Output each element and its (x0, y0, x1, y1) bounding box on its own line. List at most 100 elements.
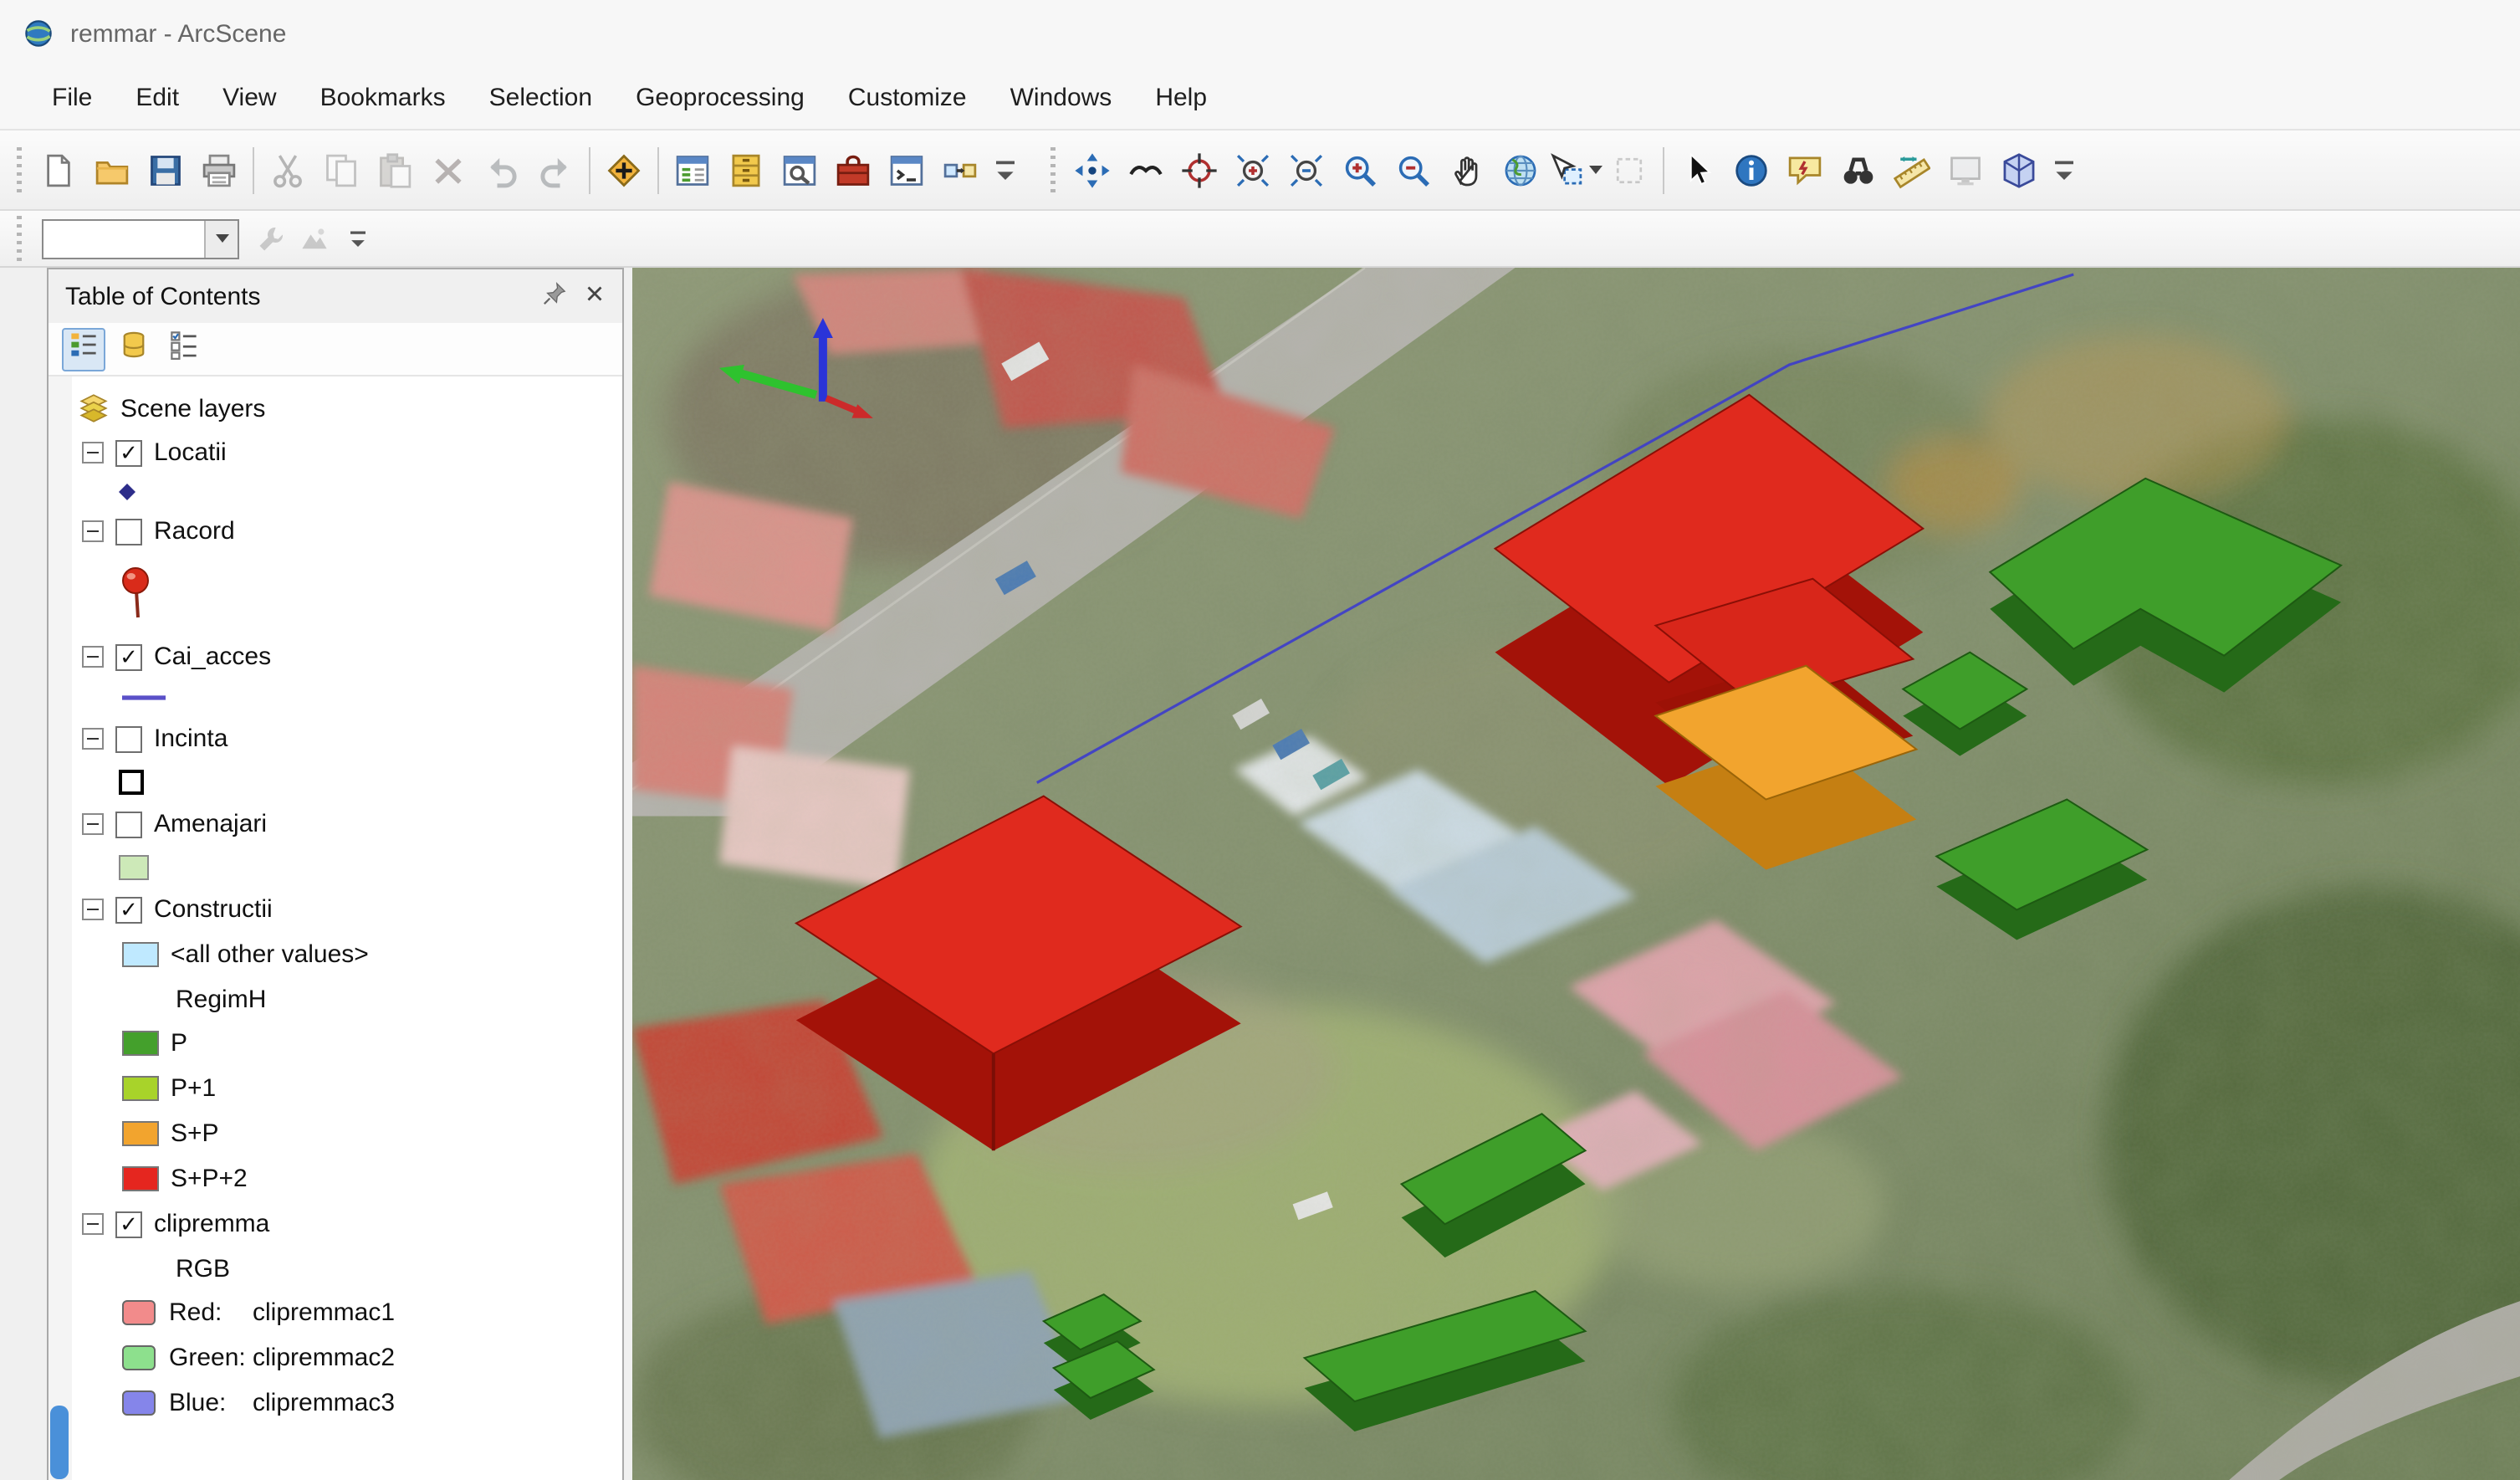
toc-layer-clipremma[interactable]: ✓clipremma (72, 1201, 622, 1247)
zoom-in-fixed-button[interactable] (1226, 143, 1280, 197)
toc-layer-locatii[interactable]: ✓Locatii (72, 430, 622, 475)
toc-close-button[interactable] (575, 278, 612, 315)
clear-selected-features-button[interactable] (1602, 143, 1656, 197)
full-extent-button[interactable] (1494, 143, 1547, 197)
toc-scrollbar-track[interactable] (49, 376, 72, 1480)
menu-file[interactable]: File (30, 74, 114, 122)
layer-visibility-checkbox[interactable] (115, 811, 142, 837)
layer-symbol-square-outline[interactable] (72, 761, 622, 801)
redo-button[interactable] (529, 143, 582, 197)
toc-scrollbar-thumb[interactable] (50, 1405, 69, 1478)
combobox-dropdown-arrow-icon[interactable] (204, 220, 238, 257)
delete-button[interactable] (422, 143, 475, 197)
table-of-contents-window-button[interactable] (666, 143, 719, 197)
html-popup-button[interactable] (1778, 143, 1832, 197)
cut-button[interactable] (261, 143, 314, 197)
collapse-expander-icon[interactable] (82, 646, 104, 668)
toc-layer-constructii[interactable]: ✓Constructii (72, 887, 622, 932)
save-button[interactable] (139, 143, 192, 197)
zoom-out-button[interactable] (1387, 143, 1440, 197)
catalog-window-button[interactable] (719, 143, 773, 197)
fly-button[interactable] (1119, 143, 1173, 197)
3d-view-button[interactable] (1992, 143, 2046, 197)
rgb-channel-swatch-icon[interactable] (122, 1300, 156, 1325)
toc-group-scene-layers[interactable]: Scene layers (72, 387, 622, 430)
find-button[interactable] (1832, 143, 1885, 197)
menu-help[interactable]: Help (1133, 74, 1229, 122)
collapse-expander-icon[interactable] (82, 1213, 104, 1235)
collapse-expander-icon[interactable] (82, 728, 104, 750)
select-features-icon (1547, 151, 1584, 188)
copy-button[interactable] (314, 143, 368, 197)
identify-button[interactable] (1725, 143, 1778, 197)
zoom-in-button[interactable] (1333, 143, 1387, 197)
collapse-expander-icon[interactable] (82, 899, 104, 920)
layer-visibility-checkbox[interactable]: ✓ (115, 1211, 142, 1237)
secondary-tool-1-button[interactable] (249, 217, 293, 260)
layer-visibility-checkbox[interactable]: ✓ (115, 439, 142, 466)
new-document-button[interactable] (32, 143, 85, 197)
search-window-button[interactable] (773, 143, 826, 197)
list-by-drawing-order-button[interactable] (62, 327, 105, 371)
toc-layer-cai-acces[interactable]: ✓Cai_acces (72, 634, 622, 679)
toc-layer-racord[interactable]: Racord (72, 509, 622, 554)
paste-button[interactable] (368, 143, 422, 197)
select-elements-button[interactable] (1671, 143, 1725, 197)
menu-customize[interactable]: Customize (826, 74, 989, 122)
collapse-expander-icon[interactable] (82, 442, 104, 463)
toolbar-options-overflow[interactable] (987, 143, 1024, 197)
toolbar-grip[interactable] (1050, 146, 1056, 193)
menu-bookmarks[interactable]: Bookmarks (299, 74, 468, 122)
list-by-source-button[interactable] (112, 327, 156, 371)
toolbar-combobox[interactable] (42, 218, 239, 259)
layer-visibility-checkbox[interactable]: ✓ (115, 643, 142, 670)
menu-selection[interactable]: Selection (468, 74, 614, 122)
collapse-expander-icon[interactable] (82, 813, 104, 835)
navigate-button[interactable] (1066, 143, 1119, 197)
toolbar-grip[interactable] (17, 146, 22, 193)
viewer-window-button[interactable] (1939, 143, 1992, 197)
zoom-out-fixed-button[interactable] (1280, 143, 1333, 197)
pan-button[interactable] (1440, 143, 1494, 197)
layer-visibility-checkbox[interactable] (115, 725, 142, 752)
print-button[interactable] (192, 143, 246, 197)
list-by-visibility-button[interactable] (162, 327, 206, 371)
menu-edit[interactable]: Edit (114, 74, 201, 122)
layer-symbol-pin[interactable] (72, 554, 622, 634)
undo-button[interactable] (475, 143, 529, 197)
legend-swatch-icon[interactable] (122, 1121, 159, 1146)
toolbar-options-overflow[interactable] (2046, 143, 2083, 197)
open-button[interactable] (85, 143, 139, 197)
layer-symbol-line[interactable] (72, 679, 622, 716)
measure-button[interactable] (1885, 143, 1939, 197)
layer-symbol-swatch[interactable] (72, 847, 622, 887)
rgb-channel-swatch-icon[interactable] (122, 1390, 156, 1416)
arctoolbox-button[interactable] (826, 143, 880, 197)
secondary-tool-1-icon (256, 223, 286, 253)
center-on-target-button[interactable] (1173, 143, 1226, 197)
add-data-button[interactable] (597, 143, 651, 197)
toolbar-options-overflow[interactable] (336, 217, 380, 260)
toc-layer-incinta[interactable]: Incinta (72, 716, 622, 761)
legend-swatch-icon[interactable] (122, 1166, 159, 1191)
select-features-button[interactable] (1547, 143, 1602, 197)
menu-geoprocessing[interactable]: Geoprocessing (614, 74, 826, 122)
scene-viewport[interactable] (632, 268, 2520, 1480)
menu-view[interactable]: View (201, 74, 299, 122)
layer-visibility-checkbox[interactable] (115, 518, 142, 545)
menu-windows[interactable]: Windows (989, 74, 1134, 122)
python-window-button[interactable] (880, 143, 933, 197)
rgb-channel-swatch-icon[interactable] (122, 1345, 156, 1370)
toc-auto-hide-pin-button[interactable] (535, 278, 572, 315)
layer-visibility-checkbox[interactable]: ✓ (115, 896, 142, 923)
dropdown-arrow-icon[interactable] (1589, 166, 1602, 174)
legend-swatch-icon[interactable] (122, 942, 159, 967)
collapse-expander-icon[interactable] (82, 520, 104, 542)
legend-swatch-icon[interactable] (122, 1031, 159, 1056)
secondary-tool-2-button[interactable] (293, 217, 336, 260)
legend-swatch-icon[interactable] (122, 1076, 159, 1101)
layer-symbol-dot[interactable] (72, 475, 622, 509)
toolbar-grip[interactable] (17, 215, 22, 262)
modelbuilder-button[interactable] (933, 143, 987, 197)
toc-layer-amenajari[interactable]: Amenajari (72, 801, 622, 847)
